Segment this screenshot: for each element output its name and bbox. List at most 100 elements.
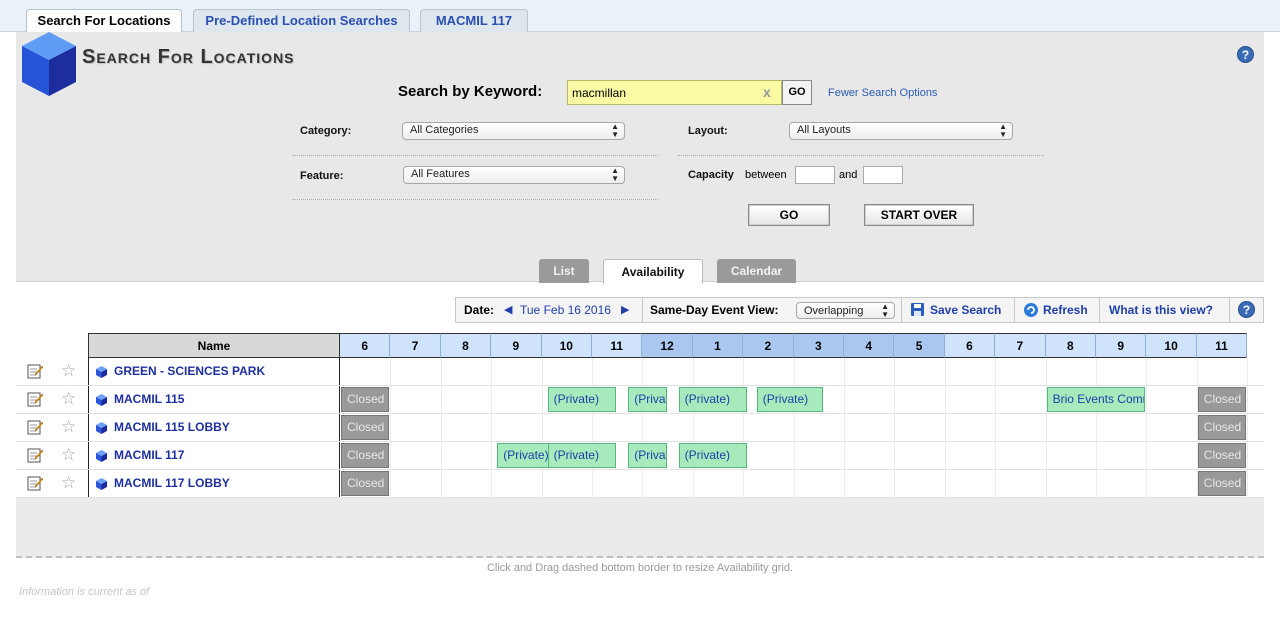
location-cube-icon bbox=[96, 450, 107, 462]
favorite-star-icon[interactable]: ☆ bbox=[61, 362, 76, 379]
feature-label: Feature: bbox=[300, 170, 344, 182]
closed-block[interactable]: Closed bbox=[1197, 443, 1247, 468]
tab-calendar[interactable]: Calendar bbox=[717, 259, 796, 283]
date-label: Date: bbox=[464, 303, 495, 317]
favorite-star-icon[interactable]: ☆ bbox=[61, 418, 76, 435]
closed-block[interactable]: Closed bbox=[1197, 415, 1247, 440]
same-day-select[interactable]: Overlapping ▲ ▼ bbox=[796, 302, 895, 319]
same-day-event-control: Same-Day Event View: Overlapping ▲ ▼ bbox=[643, 298, 902, 322]
page-title: Search For Locations bbox=[82, 46, 295, 68]
tab-availability[interactable]: Availability bbox=[603, 259, 703, 284]
tab-predefined-location-searches[interactable]: Pre-Defined Location Searches bbox=[193, 9, 410, 32]
event-block[interactable]: (Private) bbox=[628, 387, 667, 412]
layout-value: All Layouts bbox=[797, 124, 851, 136]
divider bbox=[292, 199, 658, 200]
refresh-icon bbox=[1024, 303, 1038, 317]
location-name-link[interactable]: MACMIL 115 bbox=[114, 392, 184, 406]
capacity-min-input[interactable] bbox=[795, 166, 835, 184]
favorite-star-icon[interactable]: ☆ bbox=[61, 446, 76, 463]
layout-select[interactable]: All Layouts ▲ ▼ bbox=[789, 122, 1013, 140]
save-search-label: Save Search bbox=[930, 303, 1002, 317]
event-block[interactable]: Brio Events Committee bbox=[1046, 387, 1146, 412]
closed-block[interactable]: Closed bbox=[341, 387, 390, 412]
event-block[interactable]: (Private) bbox=[678, 387, 748, 412]
location-name-link[interactable]: MACMIL 115 LOBBY bbox=[114, 420, 230, 434]
layout-label: Layout: bbox=[688, 125, 728, 137]
closed-block[interactable]: Closed bbox=[341, 471, 390, 496]
fewer-search-options-link[interactable]: Fewer Search Options bbox=[828, 87, 937, 99]
hour-header-cell: 8 bbox=[440, 333, 492, 358]
tab-list[interactable]: List bbox=[539, 259, 589, 283]
capacity-max-input[interactable] bbox=[863, 166, 903, 184]
closed-block[interactable]: Closed bbox=[341, 443, 390, 468]
help-icon[interactable]: ? bbox=[1238, 301, 1255, 318]
clear-keyword-icon[interactable]: x bbox=[763, 84, 771, 100]
what-is-this-view-label: What is this view? bbox=[1109, 303, 1214, 317]
start-over-button[interactable]: START OVER bbox=[864, 204, 974, 226]
top-tab-bar: Search For Locations Pre-Defined Locatio… bbox=[0, 0, 1280, 33]
favorite-star-icon[interactable]: ☆ bbox=[61, 474, 76, 491]
edit-icon[interactable] bbox=[27, 419, 43, 435]
closed-block[interactable]: Closed bbox=[341, 415, 390, 440]
hour-header-cell: 8 bbox=[1045, 333, 1096, 358]
category-select[interactable]: All Categories ▲ ▼ bbox=[402, 122, 625, 140]
event-block[interactable]: (Private) bbox=[756, 387, 823, 412]
edit-icon[interactable] bbox=[27, 363, 43, 379]
hour-header-cell: 4 bbox=[844, 333, 895, 358]
favorite-star-icon[interactable]: ☆ bbox=[61, 390, 76, 407]
edit-icon[interactable] bbox=[27, 447, 43, 463]
capacity-between-label: between bbox=[745, 169, 787, 181]
feature-select[interactable]: All Features ▲ ▼ bbox=[403, 166, 625, 184]
event-block[interactable]: (Private) bbox=[547, 387, 617, 412]
date-control: Date: ◀ Tue Feb 16 2016 ▶ bbox=[456, 298, 643, 322]
refresh-label: Refresh bbox=[1043, 303, 1088, 317]
hour-header-cell: 11 bbox=[1196, 333, 1248, 358]
category-label: Category: bbox=[300, 125, 352, 137]
date-value[interactable]: Tue Feb 16 2016 bbox=[520, 298, 611, 322]
help-icon[interactable]: ? bbox=[1237, 46, 1254, 63]
next-date-icon[interactable]: ▶ bbox=[621, 298, 629, 322]
toolbar-help: ? bbox=[1230, 298, 1263, 322]
hour-header-cell: 7 bbox=[995, 333, 1046, 358]
select-arrows-icon: ▲ ▼ bbox=[611, 122, 619, 139]
grid-resize-area[interactable] bbox=[16, 498, 1264, 558]
cube-logo-icon bbox=[22, 32, 76, 96]
resize-hint: Click and Drag dashed bottom border to r… bbox=[486, 562, 794, 574]
hour-header-cell: 2 bbox=[743, 333, 794, 358]
prev-date-icon[interactable]: ◀ bbox=[504, 298, 512, 322]
location-cube-icon bbox=[96, 478, 107, 490]
capacity-label: Capacity bbox=[688, 169, 734, 181]
closed-block[interactable]: Closed bbox=[1197, 471, 1247, 496]
select-arrows-icon: ▲ ▼ bbox=[881, 302, 889, 319]
keyword-go-button[interactable]: GO bbox=[782, 80, 812, 105]
feature-value: All Features bbox=[411, 168, 470, 180]
divider bbox=[678, 155, 1044, 156]
tab-macmil-117[interactable]: MACMIL 117 bbox=[420, 9, 528, 32]
info-timestamp: Information is current as of bbox=[19, 586, 150, 598]
select-arrows-icon: ▲ ▼ bbox=[611, 166, 619, 183]
save-search-button[interactable]: Save Search bbox=[902, 298, 1015, 322]
hour-header-cell: 12 bbox=[642, 333, 693, 358]
event-block[interactable]: (Private) bbox=[628, 443, 667, 468]
go-button[interactable]: GO bbox=[748, 204, 830, 226]
tab-search-for-locations[interactable]: Search For Locations bbox=[26, 9, 182, 33]
keyword-label: Search by Keyword: bbox=[398, 83, 543, 100]
location-name-link[interactable]: MACMIL 117 bbox=[114, 448, 184, 462]
event-block[interactable]: (Private) bbox=[678, 443, 748, 468]
select-arrows-icon: ▲ ▼ bbox=[999, 122, 1007, 139]
hour-header-cell: 9 bbox=[491, 333, 542, 358]
location-name-link[interactable]: GREEN - SCIENCES PARK bbox=[114, 364, 265, 378]
refresh-button[interactable]: Refresh bbox=[1015, 298, 1100, 322]
location-name-link[interactable]: MACMIL 117 LOBBY bbox=[114, 476, 230, 490]
event-block[interactable]: (Private) bbox=[547, 443, 617, 468]
what-is-this-view-link[interactable]: What is this view? bbox=[1100, 298, 1230, 322]
hour-header-cell: 10 bbox=[1146, 333, 1197, 358]
hour-header-cell: 3 bbox=[793, 333, 844, 358]
keyword-search-input[interactable] bbox=[567, 80, 782, 105]
edit-icon[interactable] bbox=[27, 391, 43, 407]
same-day-value: Overlapping bbox=[804, 305, 864, 317]
closed-block[interactable]: Closed bbox=[1197, 387, 1247, 412]
edit-icon[interactable] bbox=[27, 475, 43, 491]
divider bbox=[292, 155, 658, 156]
category-value: All Categories bbox=[410, 124, 479, 136]
